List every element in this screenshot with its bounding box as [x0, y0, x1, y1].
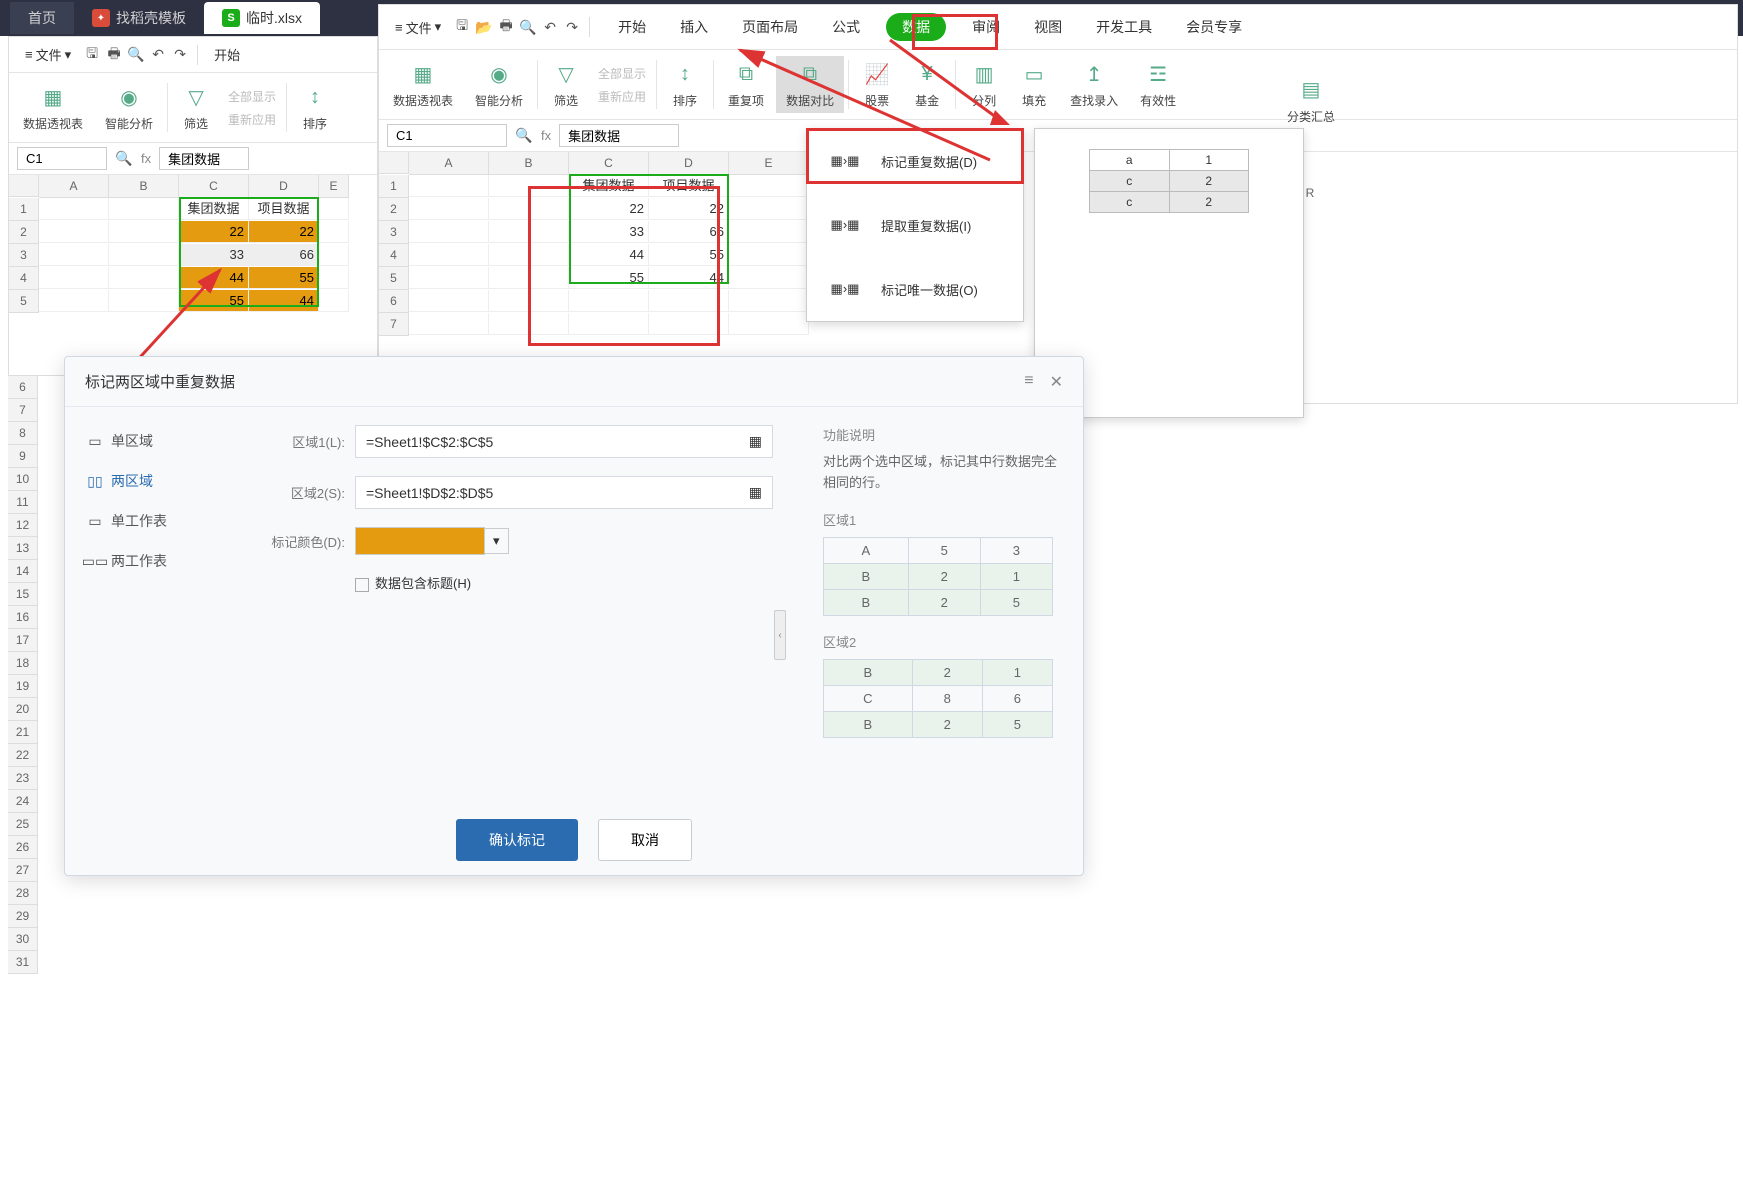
pivot-btn[interactable]: ▦数据透视表 — [383, 56, 463, 113]
label-range1: 区域1(L): — [255, 432, 345, 451]
double-sheet-icon: ▭▭ — [87, 553, 103, 569]
single-sheet-icon: ▭ — [87, 513, 103, 529]
fill-btn[interactable]: ▭填充 — [1010, 56, 1058, 113]
color-dropdown-icon[interactable]: ▾ — [485, 528, 509, 554]
preview-table: a1 c2 c2 — [1089, 149, 1249, 213]
cancel-button[interactable]: 取消 — [598, 819, 692, 861]
fx-label: fx — [141, 151, 151, 166]
showall-left[interactable]: 全部显示 — [228, 88, 276, 105]
tab-file[interactable]: S 临时.xlsx — [204, 2, 320, 34]
side-single[interactable]: ▭单区域 — [73, 421, 217, 461]
confirm-button[interactable]: 确认标记 — [456, 819, 578, 861]
tab-template[interactable]: ✦ 找稻壳模板 — [74, 2, 204, 34]
cellref-left[interactable] — [17, 147, 107, 170]
wps-icon: S — [222, 9, 240, 27]
left-window: ≡ 文件 ▾ 🖫 🖶 🔍 ↶ ↷ 开始 ▦数据透视表 ◉智能分析 ▽筛选 全部显… — [8, 36, 378, 376]
sort-btn[interactable]: ↕排序 — [661, 56, 709, 113]
zoom-icon[interactable]: 🔍 — [115, 150, 133, 168]
filter-btn[interactable]: ▽筛选 — [542, 56, 590, 113]
sheets-icon: ▯▯ — [87, 473, 103, 489]
stock-btn[interactable]: 📈股票 — [853, 56, 901, 113]
open-icon[interactable]: 📂 — [475, 18, 493, 36]
checkbox-headers[interactable]: 数据包含标题(H) — [355, 573, 471, 592]
fund-btn[interactable]: ¥基金 — [903, 56, 951, 113]
mark-dup-dialog: 标记两区域中重复数据 ≡ ✕ ▭单区域 ▯▯两区域 ▭单工作表 ▭▭两工作表 区… — [64, 356, 1084, 876]
input-range2[interactable]: =Sheet1!$D$2:$D$5▦ — [355, 476, 773, 509]
template-icon: ✦ — [92, 9, 110, 27]
redo-icon[interactable]: ↷ — [563, 18, 581, 36]
tab-view[interactable]: 视图 — [1026, 13, 1070, 41]
tab-pagelayout[interactable]: 页面布局 — [734, 13, 806, 41]
dialog-sidebar: ▭单区域 ▯▯两区域 ▭单工作表 ▭▭两工作表 — [65, 407, 225, 807]
menu-icon[interactable]: ≡ — [1024, 372, 1033, 392]
tab-data[interactable]: 数据 — [886, 13, 946, 41]
cellref-right[interactable] — [387, 124, 507, 147]
pivot-btn-left[interactable]: ▦数据透视表 — [13, 79, 93, 136]
range-picker-icon[interactable]: ▦ — [749, 433, 762, 450]
split-btn[interactable]: ▥分列 — [960, 56, 1008, 113]
label-color: 标记颜色(D): — [255, 532, 345, 551]
valid-btn[interactable]: ☲有效性 — [1130, 56, 1186, 113]
filter-btn-left[interactable]: ▽筛选 — [172, 79, 220, 136]
side-sheet2[interactable]: ▭▭两工作表 — [73, 541, 217, 581]
dup-btn[interactable]: ⧉重复项 — [718, 56, 774, 113]
reapply-left[interactable]: 重新应用 — [228, 111, 276, 128]
print-icon[interactable]: 🖶 — [105, 46, 123, 64]
file-menu-right[interactable]: ≡ 文件 ▾ — [387, 14, 449, 41]
tab-devtools[interactable]: 开发工具 — [1088, 13, 1160, 41]
showall[interactable]: 全部显示 — [598, 65, 646, 82]
save-icon[interactable]: 🖫 — [453, 18, 471, 36]
range-picker-icon[interactable]: ▦ — [749, 484, 762, 501]
undo-icon[interactable]: ↶ — [541, 18, 559, 36]
tab-insert[interactable]: 插入 — [672, 13, 716, 41]
zoom-icon[interactable]: 🔍 — [515, 127, 533, 145]
file-menu-left[interactable]: ≡ 文件 ▾ — [17, 41, 79, 68]
dialog-title: 标记两区域中重复数据 — [85, 371, 235, 392]
reapply[interactable]: 重新应用 — [598, 88, 646, 105]
tab-review[interactable]: 审阅 — [964, 13, 1008, 41]
tab-start-left[interactable]: 开始 — [206, 41, 248, 68]
dd-extract-dup[interactable]: ▦›▦ 提取重复数据(I) — [807, 193, 1023, 257]
example-table1: A53 B21 B25 — [823, 537, 1053, 616]
formula-right[interactable] — [559, 124, 679, 147]
fx-label: fx — [541, 128, 551, 143]
sort-btn-left[interactable]: ↕排序 — [291, 79, 339, 136]
undo-icon[interactable]: ↶ — [149, 46, 167, 64]
close-icon[interactable]: ✕ — [1050, 372, 1063, 392]
side-double[interactable]: ▯▯两区域 — [73, 461, 217, 501]
grid-left[interactable]: A B C D E 1集团数据项目数据 22222 33366 44455 55… — [9, 175, 377, 313]
dd-icon: ▦›▦ — [821, 209, 869, 241]
preview-icon[interactable]: 🔍 — [519, 18, 537, 36]
collapse-handle[interactable]: ‹ — [774, 610, 786, 660]
dd-mark-dup[interactable]: ▦›▦ 标记重复数据(D) — [807, 129, 1023, 193]
color-swatch[interactable] — [355, 527, 485, 555]
tab-formula[interactable]: 公式 — [824, 13, 868, 41]
print-icon[interactable]: 🖶 — [497, 18, 515, 36]
preview-icon[interactable]: 🔍 — [127, 46, 145, 64]
smart-btn[interactable]: ◉智能分析 — [465, 56, 533, 113]
dd-mark-unique[interactable]: ▦›▦ 标记唯一数据(O) — [807, 257, 1023, 321]
dd-icon: ▦›▦ — [821, 273, 869, 305]
smart-btn-left[interactable]: ◉智能分析 — [95, 79, 163, 136]
menu-tabs: 开始 插入 页面布局 公式 数据 审阅 视图 开发工具 会员专享 — [598, 9, 1262, 45]
input-range1[interactable]: =Sheet1!$C$2:$C$5▦ — [355, 425, 773, 458]
example-table2: B21 C86 B25 — [823, 659, 1053, 738]
redo-icon[interactable]: ↷ — [171, 46, 189, 64]
dd-icon: ▦›▦ — [821, 145, 869, 177]
label-range2: 区域2(S): — [255, 483, 345, 502]
formula-left[interactable] — [159, 147, 249, 170]
compare-dropdown: ▦›▦ 标记重复数据(D) ▦›▦ 提取重复数据(I) ▦›▦ 标记唯一数据(O… — [806, 128, 1024, 322]
compare-btn[interactable]: ⧉数据对比 — [776, 56, 844, 113]
save-icon[interactable]: 🖫 — [83, 46, 101, 64]
sheet-icon: ▭ — [87, 433, 103, 449]
tab-start[interactable]: 开始 — [610, 13, 654, 41]
tab-member[interactable]: 会员专享 — [1178, 13, 1250, 41]
dialog-description: 功能说明 对比两个选中区域，标记其中行数据完全相同的行。 区域1 A53 B21… — [803, 407, 1083, 807]
tab-home[interactable]: 首页 — [10, 2, 74, 34]
lookup-btn[interactable]: ↥查找录入 — [1060, 56, 1128, 113]
row-headers-bg: 678910 1112131415 1617181920 2122232425 … — [8, 376, 64, 974]
side-sheet1[interactable]: ▭单工作表 — [73, 501, 217, 541]
